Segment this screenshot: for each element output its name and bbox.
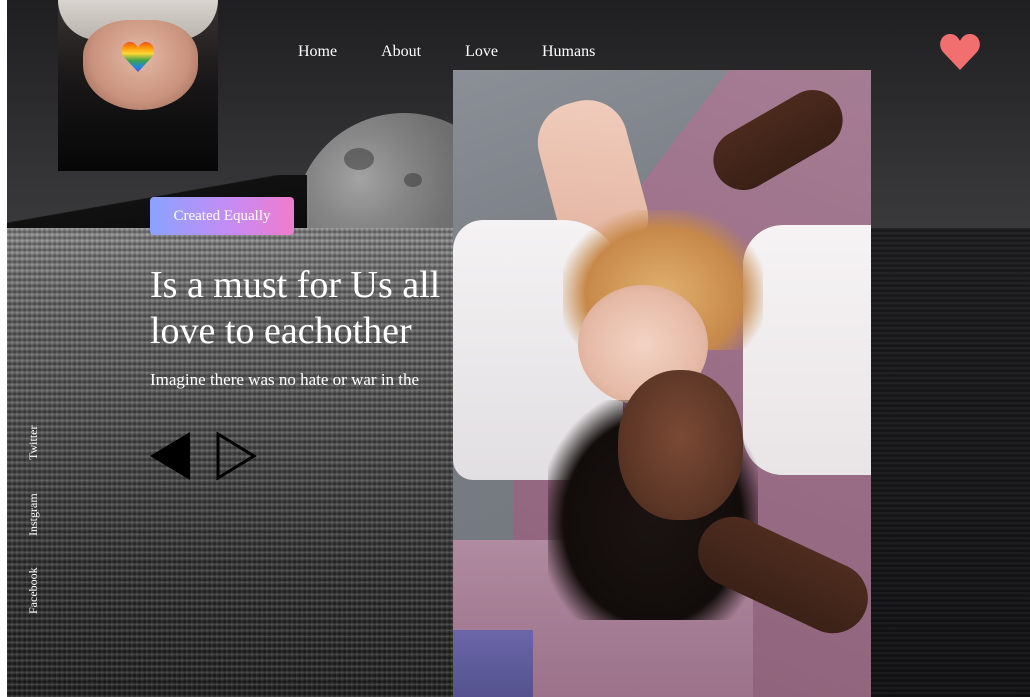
nav-link-love[interactable]: Love — [465, 42, 498, 62]
social-links: Twitter Instgram Facebook — [26, 420, 44, 620]
social-link-facebook[interactable]: Facebook — [26, 567, 41, 614]
headline-line-1: Is a must for Us all — [150, 264, 441, 306]
hero-subtitle: Imagine there was no hate or war in the — [150, 370, 420, 389]
social-link-twitter[interactable]: Twitter — [26, 426, 41, 460]
headline-line-2: love to eachother — [150, 310, 412, 352]
couple-photo — [453, 70, 871, 697]
nav-link-home[interactable]: Home — [298, 42, 337, 62]
main-nav: Home About Love Humans — [298, 42, 595, 62]
created-equally-badge[interactable]: Created Equally — [150, 197, 294, 235]
sea-shadow — [871, 228, 1030, 697]
triangle-right-outline-icon[interactable] — [214, 430, 258, 482]
heart-icon[interactable] — [939, 33, 981, 71]
social-link-instagram[interactable]: Instgram — [26, 493, 41, 536]
nav-link-humans[interactable]: Humans — [542, 42, 595, 62]
nav-link-about[interactable]: About — [381, 42, 421, 62]
hero-headline: Is a must for Us all love to eachother — [150, 262, 460, 354]
triangle-left-filled-icon[interactable] — [148, 430, 192, 482]
thumbnail-image — [58, 0, 218, 171]
